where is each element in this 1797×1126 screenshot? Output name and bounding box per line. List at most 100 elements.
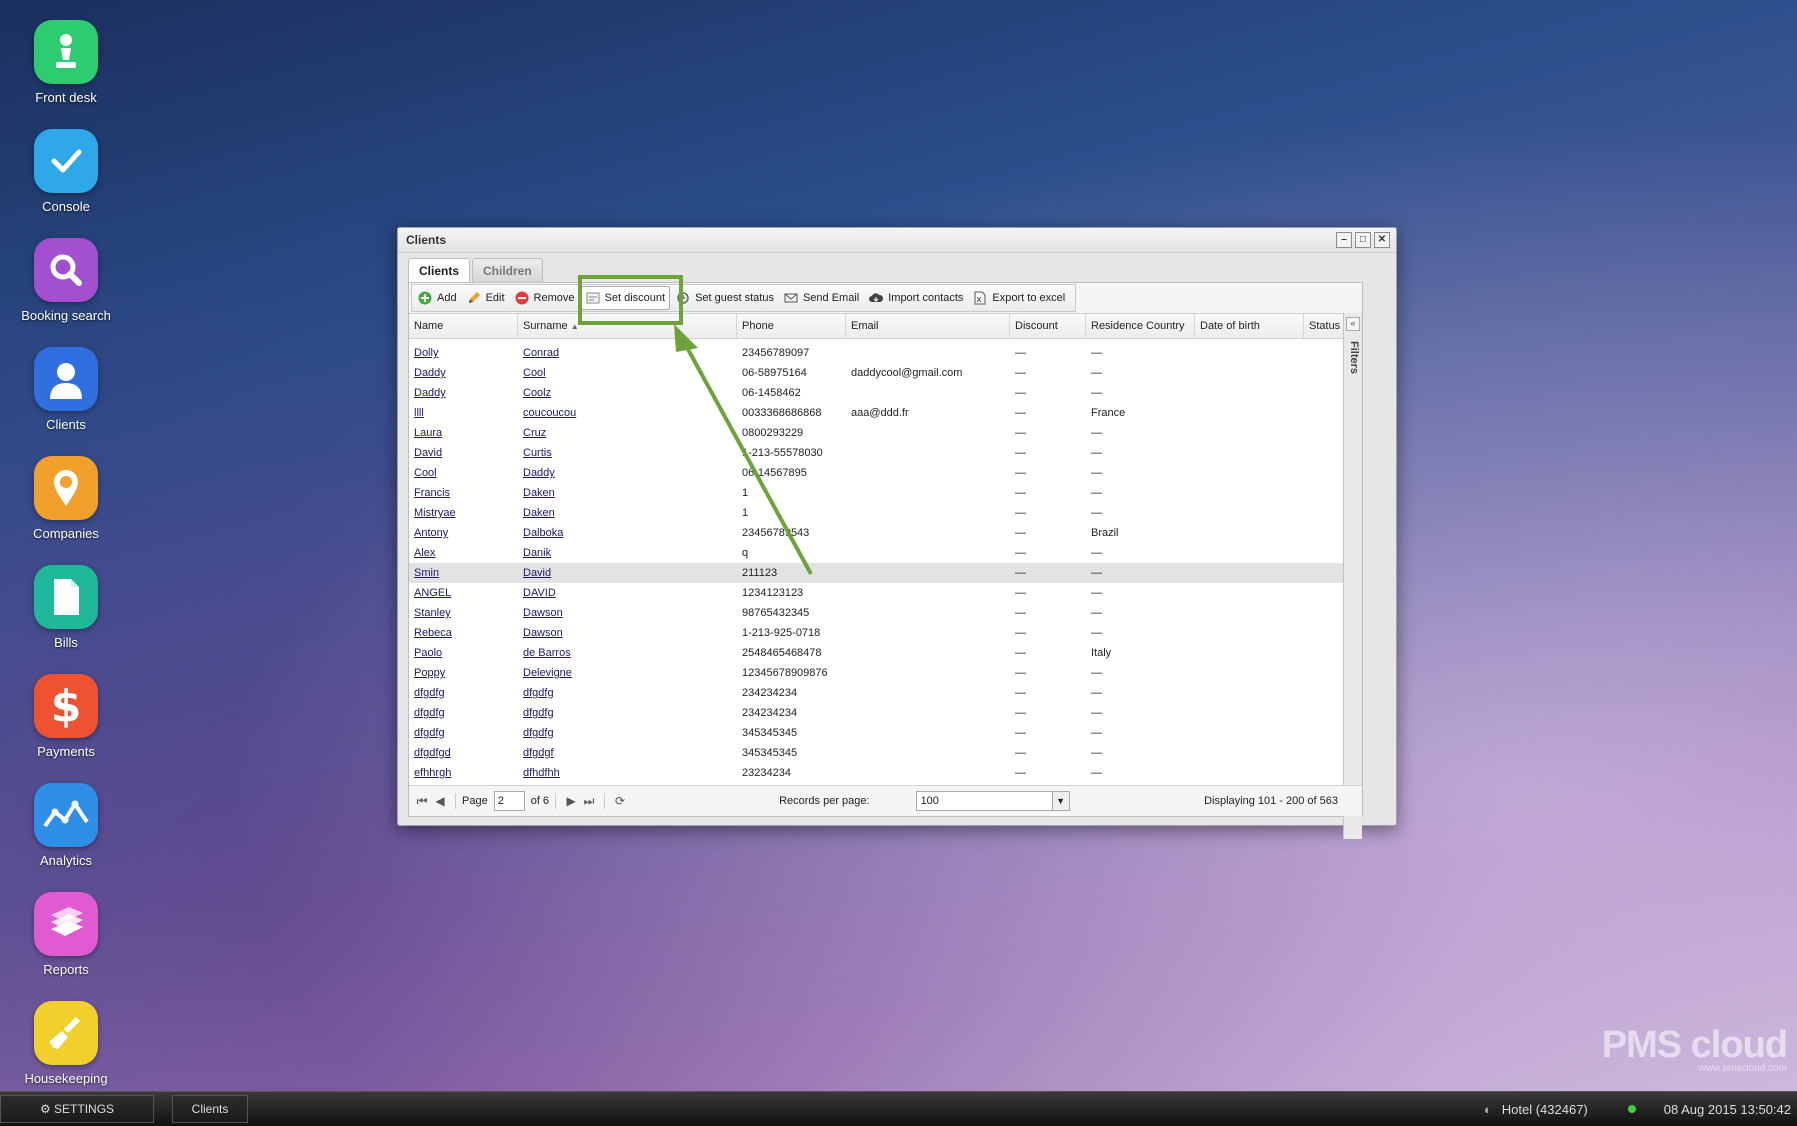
page-input[interactable]: 2: [493, 791, 525, 811]
desktop-icon-reports[interactable]: Reports: [0, 892, 132, 977]
column-header-name[interactable]: Name: [409, 314, 518, 338]
cell-name[interactable]: efhhrgh: [409, 763, 518, 783]
tab-children[interactable]: Children: [472, 258, 543, 282]
table-row[interactable]: Laura Cruz 0800293229 — —: [409, 423, 1343, 443]
table-row[interactable]: dfgdfgd dfgdgf 345345345 — —: [409, 743, 1343, 763]
cell-surname[interactable]: DAVID: [518, 583, 737, 603]
tab-clients[interactable]: Clients: [408, 258, 471, 283]
table-row[interactable]: Daddy Cool 06-58975164 daddycool@gmail.com —…: [409, 363, 1343, 383]
table-row[interactable]: David Curtis 1-213-55578030 — —: [409, 443, 1343, 463]
cell-name[interactable]: Cool: [409, 463, 518, 483]
cell-name[interactable]: Francis: [409, 483, 518, 503]
refresh-icon[interactable]: ⟳: [611, 794, 629, 808]
cell-surname[interactable]: Coolz: [518, 383, 737, 403]
column-header-status[interactable]: Status: [1304, 314, 1343, 338]
close-icon[interactable]: ✕: [1374, 232, 1390, 248]
cell-surname[interactable]: de Barros: [518, 643, 737, 663]
desktop-icon-companies[interactable]: Companies: [0, 456, 132, 541]
last-page-icon[interactable]: ⏭: [580, 794, 598, 809]
records-per-page-select[interactable]: 100 ▼: [915, 791, 1070, 811]
table-row[interactable]: Mistryae Daken 1 — —: [409, 503, 1343, 523]
cell-surname[interactable]: coucoucou: [518, 403, 737, 423]
cell-surname[interactable]: Daken: [518, 503, 737, 523]
cell-surname[interactable]: Daddy: [518, 463, 737, 483]
table-row[interactable]: ANGEL DAVID 1234123123 — —: [409, 583, 1343, 603]
cell-surname[interactable]: Danik: [518, 543, 737, 563]
table-row[interactable]: Paolo de Barros 2548465468478 — Italy: [409, 643, 1343, 663]
desktop-icon-payments[interactable]: $ Payments: [0, 674, 132, 759]
cell-name[interactable]: dfgdfg: [409, 703, 518, 723]
cell-name[interactable]: Stanley: [409, 603, 518, 623]
cell-surname[interactable]: Daken: [518, 483, 737, 503]
table-row[interactable]: Dolly Conrad 23456789097 — —: [409, 343, 1343, 363]
cell-surname[interactable]: Cruz: [518, 423, 737, 443]
settings-button[interactable]: ⚙ SETTINGS: [0, 1095, 154, 1123]
cell-surname[interactable]: dfhdfhh: [518, 763, 737, 783]
edit-button[interactable]: Edit: [461, 287, 509, 309]
cell-surname[interactable]: Cool: [518, 363, 737, 383]
cell-surname[interactable]: Curtis: [518, 443, 737, 463]
window-titlebar[interactable]: Clients – □ ✕: [398, 228, 1396, 253]
hotel-label[interactable]: Hotel (432467): [1502, 1102, 1588, 1117]
prev-page-icon[interactable]: ◀: [431, 794, 449, 808]
cell-surname[interactable]: Dalboka: [518, 523, 737, 543]
cell-surname[interactable]: Conrad: [518, 343, 737, 363]
maximize-icon[interactable]: □: [1355, 232, 1371, 248]
send-email-button[interactable]: Send Email: [778, 287, 863, 309]
table-row[interactable]: Antony Dalboka 23456789543 — Brazil: [409, 523, 1343, 543]
desktop-icon-clients[interactable]: Clients: [0, 347, 132, 432]
cell-name[interactable]: Laura: [409, 423, 518, 443]
column-header-surname[interactable]: Surname ▲: [518, 314, 737, 338]
desktop-icon-housekeeping[interactable]: Housekeeping: [0, 1001, 132, 1086]
table-row[interactable]: dfgdfg dfgdfg 345345345 — —: [409, 723, 1343, 743]
cell-name[interactable]: Alex: [409, 543, 518, 563]
cell-surname[interactable]: dfgdgf: [518, 743, 737, 763]
cell-surname[interactable]: David: [518, 563, 737, 583]
cell-name[interactable]: dfgdfgd: [409, 743, 518, 763]
table-row[interactable]: Alex Danik q — —: [409, 543, 1343, 563]
column-header-dob[interactable]: Date of birth: [1195, 314, 1304, 338]
add-button[interactable]: Add: [412, 287, 461, 309]
first-page-icon[interactable]: ⏮: [413, 794, 431, 809]
cell-name[interactable]: Daddy: [409, 363, 518, 383]
cell-name[interactable]: Dolly: [409, 343, 518, 363]
import-contacts-button[interactable]: Import contacts: [863, 287, 967, 309]
desktop-icon-bills[interactable]: Bills: [0, 565, 132, 650]
set-guest-status-button[interactable]: Set guest status: [670, 287, 778, 309]
cell-surname[interactable]: Delevigne: [518, 663, 737, 683]
table-row[interactable]: Poppy Delevigne 12345678909876 — —: [409, 663, 1343, 683]
cell-name[interactable]: Mistryae: [409, 503, 518, 523]
table-row[interactable]: Smin David 211123 — —: [409, 563, 1343, 583]
column-header-phone[interactable]: Phone: [737, 314, 846, 338]
cell-name[interactable]: Antony: [409, 523, 518, 543]
table-row[interactable]: Francis Daken 1 — —: [409, 483, 1343, 503]
cell-surname[interactable]: dfgdfg: [518, 683, 737, 703]
table-row[interactable]: Stanley Dawson 98765432345 — —: [409, 603, 1343, 623]
export-excel-button[interactable]: Export to excel: [967, 287, 1069, 309]
column-header-email[interactable]: Email: [846, 314, 1010, 338]
column-header-country[interactable]: Residence Country: [1086, 314, 1195, 338]
cell-name[interactable]: Paolo: [409, 643, 518, 663]
desktop-icon-console[interactable]: Console: [0, 129, 132, 214]
column-header-discount[interactable]: Discount: [1010, 314, 1086, 338]
filters-panel[interactable]: « Filters: [1343, 313, 1362, 839]
table-row[interactable]: Rebeca Dawson 1-213-925-0718 — —: [409, 623, 1343, 643]
cell-surname[interactable]: dfgdfg: [518, 723, 737, 743]
cell-name[interactable]: Daddy: [409, 383, 518, 403]
table-row[interactable]: efhhrgh dfhdfhh 23234234 — —: [409, 763, 1343, 783]
table-row[interactable]: Cool Daddy 06-14567895 — —: [409, 463, 1343, 483]
cell-name[interactable]: llll: [409, 403, 518, 423]
cell-name[interactable]: dfgdfg: [409, 683, 518, 703]
next-page-icon[interactable]: ▶: [562, 794, 580, 808]
cell-name[interactable]: Smin: [409, 563, 518, 583]
cell-surname[interactable]: Dawson: [518, 623, 737, 643]
cell-name[interactable]: David: [409, 443, 518, 463]
minimize-icon[interactable]: –: [1336, 232, 1352, 248]
double-chevron-left-icon[interactable]: «: [1346, 317, 1360, 331]
table-row[interactable]: dfgdfg dfgdfg 234234234 — —: [409, 703, 1343, 723]
remove-button[interactable]: Remove: [509, 287, 579, 309]
cell-name[interactable]: Rebeca: [409, 623, 518, 643]
table-row[interactable]: llll coucoucou 0033368686868 aaa@ddd.fr — Fra…: [409, 403, 1343, 423]
cell-name[interactable]: dfgdfg: [409, 723, 518, 743]
taskbar-clients-window[interactable]: Clients: [172, 1095, 248, 1123]
